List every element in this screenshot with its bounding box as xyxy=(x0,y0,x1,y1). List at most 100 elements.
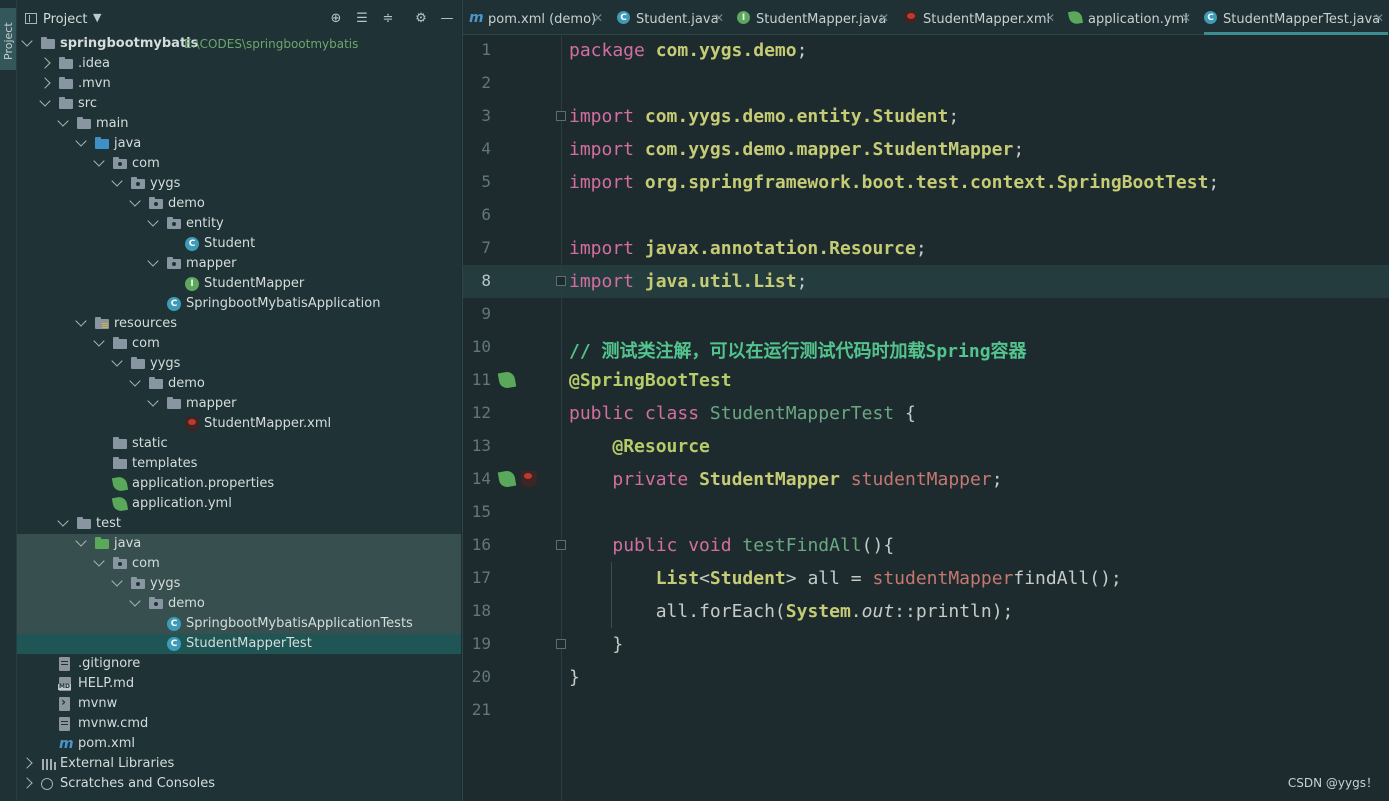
git-file-icon xyxy=(59,657,70,671)
chevron-down-icon[interactable] xyxy=(111,575,123,587)
tree-item[interactable]: C SpringbootMybatisApplicationTests xyxy=(17,614,461,634)
chevron-down-icon[interactable] xyxy=(111,175,123,187)
chevron-down-icon[interactable] xyxy=(129,595,141,607)
tree-item[interactable]: .idea xyxy=(17,54,461,74)
tree-item[interactable]: java xyxy=(17,534,461,554)
package-icon xyxy=(149,197,163,209)
fold-marker-icon[interactable] xyxy=(556,540,566,550)
tree-item[interactable]: .gitignore xyxy=(17,654,461,674)
close-icon[interactable]: ✕ xyxy=(1374,11,1384,25)
project-tool-tab[interactable]: Project xyxy=(0,8,16,70)
chevron-down-icon[interactable] xyxy=(147,395,159,407)
close-icon[interactable]: ✕ xyxy=(714,11,724,25)
fold-marker-icon[interactable] xyxy=(556,276,566,286)
fold-marker-icon[interactable] xyxy=(556,111,566,121)
tab-label: pom.xml (demo) xyxy=(488,12,597,27)
chevron-down-icon[interactable] xyxy=(129,195,141,207)
tree-item[interactable]: I StudentMapper xyxy=(17,274,461,294)
tree-item[interactable]: static xyxy=(17,434,461,454)
tree-item[interactable]: yygs xyxy=(17,174,461,194)
tab-application-yml[interactable]: application.yml ✕ xyxy=(1067,6,1194,32)
tree-item[interactable]: application.yml xyxy=(17,494,461,514)
tree-item[interactable]: test xyxy=(17,514,461,534)
tree-item[interactable]: C Student xyxy=(17,234,461,254)
line-number: 15 xyxy=(471,502,491,521)
chevron-right-icon[interactable] xyxy=(21,757,33,769)
chevron-down-icon[interactable] xyxy=(129,375,141,387)
tab-pom-xml[interactable]: m pom.xml (demo) ✕ xyxy=(469,6,609,32)
tree-item[interactable]: com xyxy=(17,554,461,574)
tree-item[interactable]: demo xyxy=(17,594,461,614)
chevron-right-icon[interactable] xyxy=(39,57,51,69)
tree-item[interactable]: com xyxy=(17,334,461,354)
tree-item[interactable]: demo xyxy=(17,374,461,394)
project-view-selector[interactable]: Project xyxy=(43,12,87,27)
tree-item[interactable]: Scratches and Consoles xyxy=(17,774,461,794)
chevron-down-icon[interactable] xyxy=(93,155,105,167)
tree-item[interactable]: templates xyxy=(17,454,461,474)
tree-item[interactable]: src xyxy=(17,94,461,114)
gear-icon[interactable]: ⚙ xyxy=(414,12,428,26)
tab-student-java[interactable]: C Student.java ✕ xyxy=(617,6,725,32)
tree-item[interactable]: demo xyxy=(17,194,461,214)
tree-item-label: External Libraries xyxy=(60,756,175,771)
tree-item[interactable]: main xyxy=(17,114,461,134)
tab-studentmapper-xml[interactable]: StudentMapper.xml ✕ xyxy=(904,6,1058,32)
chevron-right-icon[interactable] xyxy=(21,777,33,789)
chevron-down-icon[interactable] xyxy=(75,315,87,327)
close-icon[interactable]: ✕ xyxy=(879,11,889,25)
tab-studentmappertest-java[interactable]: C StudentMapperTest.java ✕ xyxy=(1204,6,1388,35)
fold-marker-icon[interactable] xyxy=(556,639,566,649)
variable: all xyxy=(655,601,689,622)
tree-item[interactable]: java xyxy=(17,134,461,154)
tree-item-label: application.yml xyxy=(132,496,232,511)
tree-item[interactable]: C SpringbootMybatisApplication xyxy=(17,294,461,314)
locate-icon[interactable]: ⊕ xyxy=(329,12,343,26)
editor-gutter[interactable]: 1 2 3 4 5 6 7 8 9 10 11 12 13 14 15 16 17 18 19 20 21 xyxy=(463,34,561,801)
close-icon[interactable]: ✕ xyxy=(1181,11,1191,25)
tree-item[interactable]: StudentMapper.xml xyxy=(17,414,461,434)
chevron-down-icon[interactable]: ▼ xyxy=(93,11,101,24)
tree-item[interactable]: application.properties xyxy=(17,474,461,494)
tree-item[interactable]: resources xyxy=(17,314,461,334)
chevron-right-icon[interactable] xyxy=(39,77,51,89)
tree-item[interactable]: External Libraries xyxy=(17,754,461,774)
chevron-down-icon[interactable] xyxy=(147,255,159,267)
tab-studentmapper-java[interactable]: I StudentMapper.java ✕ xyxy=(737,6,892,32)
tree-item[interactable]: C StudentMapperTest xyxy=(17,634,461,654)
editor-tabs: m pom.xml (demo) ✕ C Student.java ✕ I St… xyxy=(463,0,1389,35)
tree-item[interactable]: entity xyxy=(17,214,461,234)
tree-item[interactable]: mvnw.cmd xyxy=(17,714,461,734)
chevron-down-icon[interactable] xyxy=(111,355,123,367)
hide-panel-icon[interactable]: — xyxy=(440,12,454,26)
tab-label: Student.java xyxy=(636,12,719,27)
package-icon xyxy=(113,157,127,169)
close-icon[interactable]: ✕ xyxy=(1045,11,1055,25)
chevron-down-icon[interactable] xyxy=(147,215,159,227)
tree-item-label: yygs xyxy=(150,176,181,191)
resources-folder-icon xyxy=(95,317,109,329)
tree-item[interactable]: mapper xyxy=(17,254,461,274)
close-icon[interactable]: ✕ xyxy=(593,11,603,25)
chevron-down-icon[interactable] xyxy=(75,135,87,147)
chevron-down-icon[interactable] xyxy=(93,555,105,567)
chevron-down-icon[interactable] xyxy=(21,35,33,47)
chevron-down-icon[interactable] xyxy=(75,535,87,547)
tree-item[interactable]: .mvn xyxy=(17,74,461,94)
chevron-down-icon[interactable] xyxy=(57,115,69,127)
mybatis-navigate-gutter-icon[interactable] xyxy=(521,471,537,487)
tree-item[interactable]: HELP.md xyxy=(17,674,461,694)
chevron-down-icon[interactable] xyxy=(57,515,69,527)
chevron-down-icon[interactable] xyxy=(39,95,51,107)
tree-item[interactable]: mapper xyxy=(17,394,461,414)
tree-item[interactable]: com xyxy=(17,154,461,174)
tree-item[interactable]: mvnw xyxy=(17,694,461,714)
tree-item[interactable]: springbootmybatis E:\CODES\springbootmyba… xyxy=(17,34,461,54)
tree-item[interactable]: m pom.xml xyxy=(17,734,461,754)
tree-item[interactable]: yygs xyxy=(17,354,461,374)
expand-all-icon[interactable]: ☰ xyxy=(355,12,369,26)
collapse-all-icon[interactable]: ≑ xyxy=(381,12,395,26)
chevron-down-icon[interactable] xyxy=(93,335,105,347)
package-icon xyxy=(149,597,163,609)
tree-item[interactable]: yygs xyxy=(17,574,461,594)
